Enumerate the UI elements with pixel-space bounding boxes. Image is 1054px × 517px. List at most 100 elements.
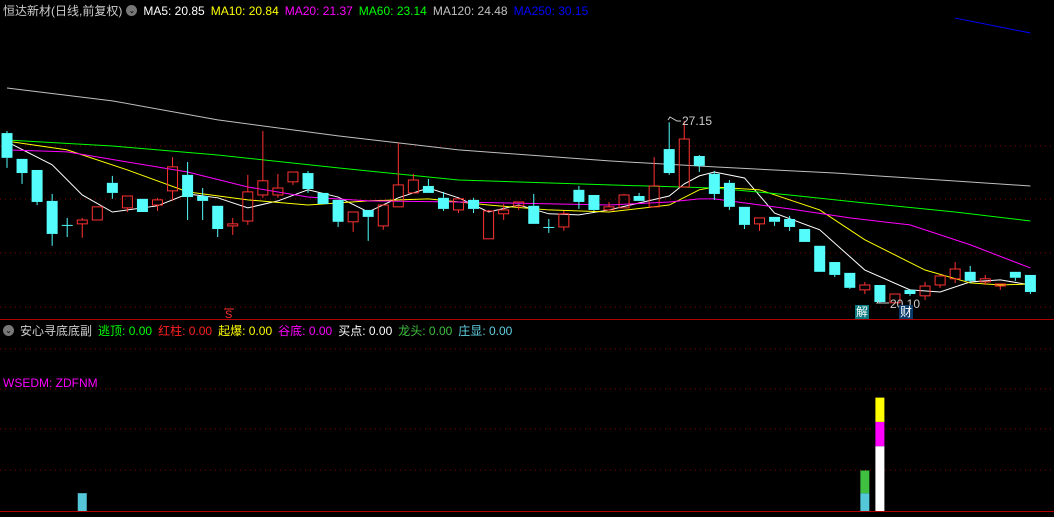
indicator-item-name: 庄显 [458, 324, 483, 338]
candle [76, 217, 88, 238]
candle-body [648, 185, 660, 208]
candle-body [377, 204, 389, 227]
candle [844, 272, 856, 289]
candle [934, 274, 946, 288]
candle [227, 217, 239, 235]
candle-body [558, 213, 570, 228]
candle-body [453, 198, 464, 211]
candle-body [407, 179, 419, 194]
indicator-bar-segment [875, 446, 885, 511]
candle [1, 131, 13, 168]
candle [859, 281, 871, 295]
candle-body [91, 206, 103, 221]
candle-body [663, 149, 675, 174]
candle [257, 131, 269, 198]
candle [347, 211, 359, 232]
candle-body [799, 229, 811, 242]
candle-body [829, 262, 841, 275]
candle [1009, 271, 1021, 281]
kline-chart[interactable]: 27.15 20.10 S [0, 0, 1054, 517]
indicator-title: 安心寻底底副 [20, 324, 93, 338]
ma5-line [6, 141, 1031, 293]
candle [769, 216, 781, 226]
indicator-bar-segment [860, 470, 870, 494]
candle [377, 204, 389, 230]
indicator-bar-segment [860, 493, 870, 511]
ma5-value: MA5: 20.85 [143, 3, 205, 18]
candle [407, 173, 419, 194]
candle [723, 180, 735, 210]
stock-title: 恒达新材(日线,前复权) [3, 4, 123, 18]
candle-body [76, 219, 88, 225]
candle-body [16, 158, 28, 174]
candle-body [528, 205, 540, 224]
high-label: 27.15 [682, 114, 712, 128]
candle-body [362, 209, 374, 217]
ma10-value: MA10: 20.84 [210, 3, 279, 18]
candle-body [483, 210, 495, 240]
chevron-down-icon[interactable]: ⌄ [126, 5, 138, 16]
candle [212, 205, 224, 238]
candle [332, 199, 344, 227]
candle-body [784, 218, 796, 227]
candle-body [1, 133, 13, 158]
badge-cai[interactable]: 财 [899, 305, 913, 319]
candle [46, 193, 58, 246]
candle-body [437, 197, 449, 209]
indicator-legend: ⌄ 安心寻底底副 逃顶: 0.00 红柱: 0.00 起爆: 0.00 谷底: 0.0… [3, 322, 524, 339]
candle-body [332, 199, 344, 222]
indicator-items: 逃顶: 0.00 红柱: 0.00 起爆: 0.00 谷底: 0.00 买点: 0.00… [98, 322, 518, 339]
candle [287, 171, 299, 185]
candle [483, 209, 495, 240]
candle-body [573, 189, 585, 202]
candle [754, 217, 765, 231]
candle-body [738, 206, 750, 225]
candle-body [543, 226, 555, 228]
candle-body [182, 174, 194, 198]
candle [964, 265, 976, 283]
candle [106, 175, 118, 199]
candle-body [212, 205, 224, 230]
indicator-item-value: : 0.00 [362, 324, 393, 338]
candle-body [197, 196, 209, 201]
candle [31, 169, 43, 206]
high-arrow [667, 116, 681, 122]
candle-body [392, 184, 404, 208]
candle-body [708, 173, 720, 194]
candle-body [769, 216, 781, 222]
candle [61, 217, 73, 238]
candle-body [227, 223, 239, 227]
ma10-line [6, 140, 1031, 286]
indicator-item-name: 龙头 [398, 324, 423, 338]
candle [573, 185, 585, 209]
candle [874, 284, 886, 303]
candle [317, 192, 329, 205]
candle-body [904, 289, 916, 295]
candle-body [317, 192, 329, 205]
indicator-item-value: : 0.00 [302, 324, 333, 338]
candle [182, 161, 194, 220]
candle [814, 245, 826, 272]
indicator-item-value: : 0.00 [422, 324, 453, 338]
candle [197, 188, 209, 220]
ma120-line [6, 87, 1031, 187]
candle-body [287, 171, 299, 183]
candle [708, 170, 720, 200]
indicator-item-name: 逃顶 [98, 324, 123, 338]
chevron-down-icon[interactable]: ⌄ [3, 325, 14, 336]
indicator-item-value: : 0.00 [122, 324, 153, 338]
candle-body [754, 217, 765, 225]
badge-jie[interactable]: 解 [855, 305, 869, 319]
candle-body [136, 198, 148, 212]
candle [904, 289, 916, 296]
candle-body [468, 199, 480, 209]
candle-body [46, 200, 58, 234]
ma250-value: MA250: 30.15 [513, 3, 589, 18]
candle [468, 197, 480, 214]
candle [784, 215, 796, 231]
indicator-bar-segment [77, 493, 87, 511]
candle [91, 206, 103, 221]
indicator-item-name: 买点 [338, 324, 363, 338]
candle-body [1009, 271, 1021, 278]
candle [453, 198, 464, 214]
